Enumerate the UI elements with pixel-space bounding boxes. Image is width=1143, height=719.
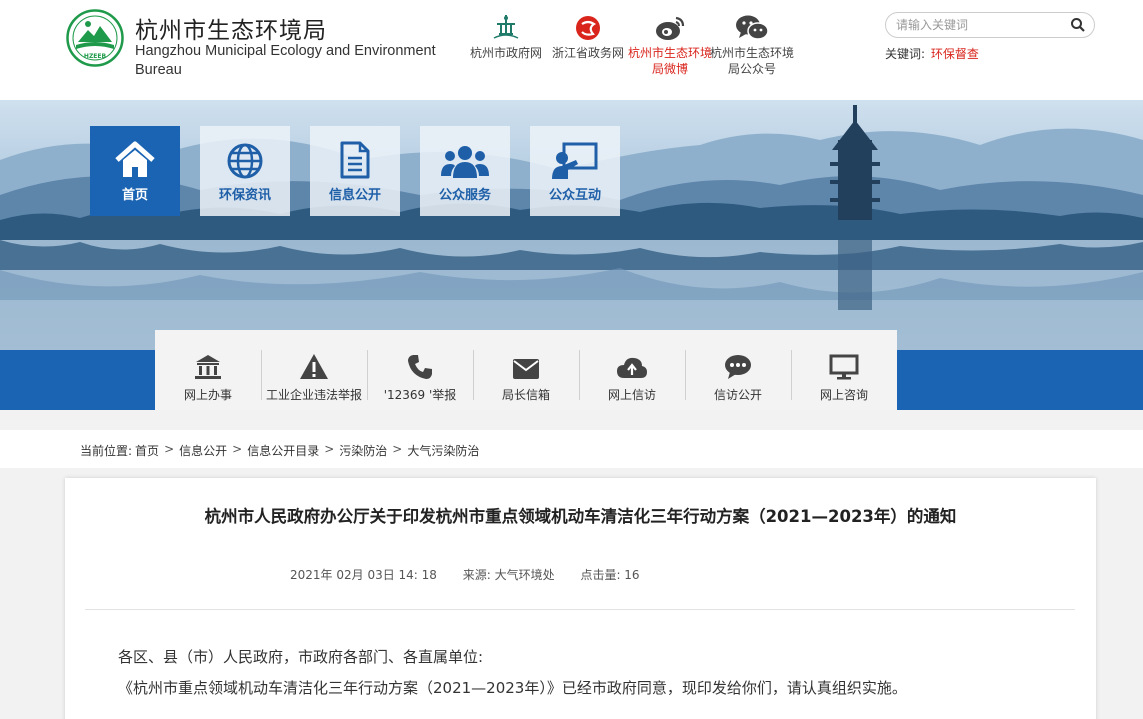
users-icon [420, 126, 510, 180]
article-title: 杭州市人民政府办公厅关于印发杭州市重点领域机动车清洁化三年行动方案（2021—2… [204, 507, 957, 526]
nav-tile-public-interaction[interactable]: 公众互动 [530, 126, 620, 216]
service-12369-report[interactable]: '12369 '举报 [367, 330, 473, 410]
site-title[interactable]: 杭州市生态环境局 [135, 11, 327, 45]
quick-link-label: 杭州市生态环境局公众号 [709, 46, 794, 76]
home-icon [90, 126, 180, 180]
keywords-label: 关键词: [885, 47, 926, 61]
hero-banner: 首页 环保资讯 信息公开 公众服务 公众互动 [0, 100, 1143, 350]
nav-tile-label: 公众互动 [548, 188, 601, 203]
service-label: '12369 '举报 [383, 388, 457, 402]
nav-tile-news[interactable]: 环保资讯 [200, 126, 290, 216]
breadcrumb-separator: > [164, 442, 175, 456]
monitor-icon [791, 330, 897, 380]
breadcrumb: 当前位置: 首页 > 信息公开 > 信息公开目录 > 污染防治 > 大气污染防治 [80, 442, 479, 459]
breadcrumb-label: 当前位置: [80, 444, 133, 458]
hzeeb-logo[interactable]: HZEEB [66, 9, 124, 67]
breadcrumb-item-pollution-control[interactable]: 污染防治 [339, 442, 387, 459]
service-petition-disclosure[interactable]: 信访公开 [685, 330, 791, 410]
service-label: 信访公开 [713, 388, 762, 402]
service-label: 工业企业违法举报 [265, 388, 362, 402]
quick-link-hangzhou-gov[interactable]: 杭州市政府网 [463, 10, 549, 61]
breadcrumb-item-info-catalog[interactable]: 信息公开目录 [247, 442, 319, 459]
wechat-icon [709, 10, 795, 42]
breadcrumb-bar: 当前位置: 首页 > 信息公开 > 信息公开目录 > 污染防治 > 大气污染防治 [0, 430, 1143, 468]
service-label: 网上咨询 [819, 388, 868, 402]
nav-tile-home[interactable]: 首页 [90, 126, 180, 216]
quick-link-label: 浙江省政务网 [551, 46, 624, 60]
nav-tile-info-disclosure[interactable]: 信息公开 [310, 126, 400, 216]
nav-tile-label: 环保资讯 [218, 188, 271, 203]
nav-tile-label: 信息公开 [328, 188, 381, 203]
breadcrumb-separator: > [232, 442, 243, 456]
article-paragraph: 各区、县（市）人民政府，市政府各部门、各直属单位: [118, 648, 484, 666]
nav-tile-label: 公众服务 [438, 188, 491, 203]
service-industrial-violation-report[interactable]: 工业企业违法举报 [261, 330, 367, 410]
warning-icon [261, 330, 367, 380]
breadcrumb-separator: > [392, 442, 403, 456]
quick-link-label: 杭州市政府网 [469, 46, 542, 60]
breadcrumb-item-air-pollution[interactable]: 大气污染防治 [407, 442, 479, 459]
nav-tile-public-service[interactable]: 公众服务 [420, 126, 510, 216]
keyword-link[interactable]: 环保督查 [931, 47, 979, 61]
search-icon[interactable] [1070, 17, 1086, 33]
quick-link-zhejiang-gov[interactable]: 浙江省政务网 [545, 10, 631, 61]
service-label: 网上办事 [183, 388, 232, 402]
quick-link-label: 杭州市生态环境局微博 [627, 46, 712, 76]
search-input[interactable] [896, 16, 1061, 34]
service-label: 网上信访 [607, 388, 656, 402]
quick-link-weibo[interactable]: 杭州市生态环境局微博 [627, 10, 713, 77]
service-online-affairs[interactable]: 网上办事 [155, 330, 261, 410]
service-bar: 网上办事 工业企业违法举报 '12369 '举报 局长信箱 网上信访 信访公开 … [155, 330, 897, 410]
article-meta: 2021年 02月 03日 14: 18 来源: 大气环境处 点击量: 16 [290, 566, 662, 583]
globe-icon [200, 126, 290, 180]
breadcrumb-item-info-disclosure[interactable]: 信息公开 [179, 442, 227, 459]
presentation-icon [530, 126, 620, 180]
hot-keywords: 关键词: 环保督查 [885, 45, 979, 62]
service-online-consultation[interactable]: 网上咨询 [791, 330, 897, 410]
phone-icon [367, 330, 473, 380]
chat-bubble-icon [685, 330, 791, 380]
service-label: 局长信箱 [501, 388, 550, 402]
service-director-mailbox[interactable]: 局长信箱 [473, 330, 579, 410]
document-icon [310, 126, 400, 180]
site-header: HZEEB 杭州市生态环境局 Hangzhou Municipal Ecolog… [0, 0, 1143, 100]
article-date: 2021年 02月 03日 14: 18 [290, 568, 437, 582]
cloud-upload-icon [579, 330, 685, 380]
article-source: 来源: 大气环境处 [462, 568, 555, 582]
breadcrumb-item-home[interactable]: 首页 [135, 442, 159, 459]
article-paragraph: 《杭州市重点领域机动车清洁化三年行动方案（2021—2023年）》已经市政府同意… [118, 679, 907, 697]
quick-link-wechat[interactable]: 杭州市生态环境局公众号 [709, 10, 795, 77]
government-building-icon [155, 330, 261, 380]
zhejiang-gov-icon [545, 10, 631, 42]
breadcrumb-separator: > [324, 442, 335, 456]
divider [85, 609, 1075, 610]
weibo-icon [627, 10, 713, 42]
site-title-english: Hangzhou Municipal Ecology and Environme… [135, 43, 436, 78]
search-box [885, 12, 1095, 38]
article-views: 点击量: 16 [580, 568, 640, 582]
hangzhou-gov-icon [463, 10, 549, 42]
article-panel: 杭州市人民政府办公厅关于印发杭州市重点领域机动车清洁化三年行动方案（2021—2… [65, 478, 1096, 719]
envelope-icon [473, 330, 579, 380]
service-online-petition[interactable]: 网上信访 [579, 330, 685, 410]
nav-tile-label: 首页 [121, 188, 148, 203]
logo-text: HZEEB [84, 53, 107, 60]
